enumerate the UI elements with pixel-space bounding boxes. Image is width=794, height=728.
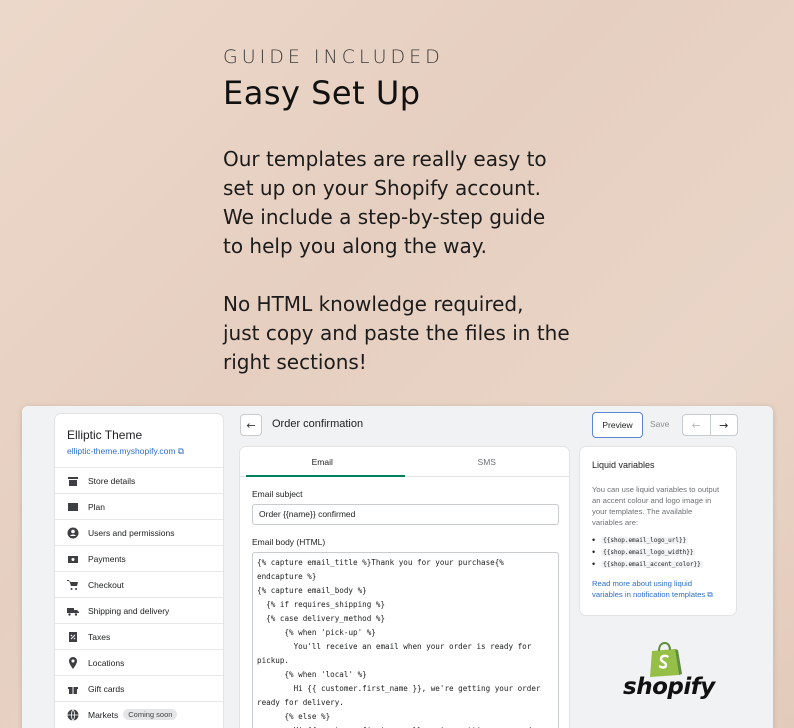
sidebar-item-label: Store details (88, 475, 136, 486)
liquid-variables-card: Liquid variables You can use liquid vari… (580, 447, 736, 615)
sidebar-item-label: Plan (88, 501, 106, 512)
email-subject-input[interactable]: Order {{name}} confirmed (252, 504, 559, 525)
payments-icon (67, 553, 79, 565)
tab-email[interactable]: Email (240, 447, 405, 477)
settings-sidebar: Elliptic Theme elliptic-theme.myshopify.… (55, 414, 223, 728)
list-item: {{shop.email_logo_width}} (592, 546, 724, 558)
sidebar-item-taxes[interactable]: Taxes (55, 623, 223, 649)
shopify-admin-window: Elliptic Theme elliptic-theme.myshopify.… (22, 406, 773, 728)
sidebar-item-users[interactable]: Users and permissions (55, 519, 223, 545)
store-url-text: elliptic-theme.myshopify.com (67, 446, 176, 456)
sidebar-item-gift-cards[interactable]: Gift cards (55, 675, 223, 701)
save-button[interactable]: Save (650, 419, 669, 429)
gift-icon (67, 683, 79, 695)
channel-tabs: Email SMS (240, 447, 569, 477)
user-icon (67, 527, 79, 539)
store-name: Elliptic Theme (67, 428, 143, 442)
back-button[interactable]: ← (240, 414, 262, 436)
coming-soon-badge: Coming soon (123, 709, 178, 720)
shopify-logo: shopify (621, 642, 731, 712)
page-title: Order confirmation (272, 418, 364, 430)
hero-line: Our templates are really easy to (223, 147, 547, 171)
sidebar-item-label: Checkout (88, 579, 124, 590)
hero-line: right sections! (223, 350, 367, 374)
cart-icon (67, 579, 79, 591)
list-item: {{shop.email_accent_color}} (592, 558, 724, 570)
sidebar-item-shipping[interactable]: Shipping and delivery (55, 597, 223, 623)
hero-line: We include a step-by-step guide (223, 205, 546, 229)
shopify-bag-icon (650, 642, 682, 677)
hero-line: set up on your Shopify account. (223, 176, 542, 200)
sidebar-item-label: Markets (88, 709, 119, 720)
hero-section: GUIDE INCLUDED Easy Set Up (223, 46, 783, 112)
arrow-left-icon: ← (246, 418, 256, 432)
sidebar-item-checkout[interactable]: Checkout (55, 571, 223, 597)
sidebar-item-payments[interactable]: Payments (55, 545, 223, 571)
arrow-right-icon: → (719, 418, 729, 432)
email-body-label: Email body (HTML) (252, 537, 326, 547)
sidebar-item-locations[interactable]: Locations (55, 649, 223, 675)
next-button[interactable]: → (709, 415, 738, 435)
sidebar-item-store-details[interactable]: Store details (55, 467, 223, 493)
template-editor-card: Email SMS Email subject Order {{name}} c… (240, 447, 569, 728)
liquid-docs-link-text: Read more about using liquid variables i… (592, 579, 706, 599)
truck-icon (67, 605, 79, 617)
tab-sms[interactable]: SMS (405, 447, 570, 476)
variable-code: {{shop.email_accent_color}} (601, 560, 703, 568)
globe-icon (67, 708, 79, 721)
sidebar-item-label: Locations (88, 657, 125, 668)
sidebar-item-label: Gift cards (88, 683, 125, 694)
pagination-buttons: ← → (682, 414, 738, 436)
hero-title: Easy Set Up (223, 74, 421, 112)
preview-button[interactable]: Preview (592, 412, 643, 438)
store-url-link[interactable]: elliptic-theme.myshopify.com ⧉ (55, 442, 223, 467)
external-link-icon: ⧉ (177, 446, 184, 456)
sidebar-item-label: Users and permissions (88, 527, 175, 538)
liquid-variable-list: {{shop.email_logo_url}} {{shop.email_log… (592, 534, 724, 570)
plan-icon (67, 501, 79, 513)
hero-line: just copy and paste the files in the (223, 321, 570, 345)
sidebar-item-label: Payments (88, 553, 126, 564)
liquid-variables-title: Liquid variables (592, 460, 655, 470)
shopify-wordmark: shopify (623, 674, 715, 700)
email-subject-label: Email subject (252, 489, 303, 499)
sidebar-item-plan[interactable]: Plan (55, 493, 223, 519)
hero-paragraph-1: Our templates are really easy to set up … (223, 145, 783, 261)
page-header: ← Order confirmation Preview Save ← → (240, 412, 765, 440)
sidebar-item-label: Shipping and delivery (88, 605, 170, 616)
arrow-left-icon: ← (691, 418, 701, 432)
liquid-variables-description: You can use liquid variables to output a… (592, 485, 720, 527)
sidebar-item-label: Taxes (88, 631, 111, 642)
variable-code: {{shop.email_logo_width}} (601, 548, 696, 556)
sidebar-item-markets[interactable]: Markets Coming soon (55, 701, 223, 727)
previous-button[interactable]: ← (683, 415, 710, 435)
variable-code: {{shop.email_logo_url}} (601, 536, 689, 544)
taxes-icon (67, 631, 79, 643)
hero-paragraph-2: No HTML knowledge required, just copy an… (223, 290, 783, 377)
store-icon (67, 475, 79, 487)
hero-line: to help you along the way. (223, 234, 488, 258)
location-icon (67, 656, 79, 669)
external-link-icon: ⧉ (707, 590, 713, 599)
hero-eyebrow: GUIDE INCLUDED (223, 46, 444, 68)
liquid-docs-link[interactable]: Read more about using liquid variables i… (592, 578, 724, 600)
list-item: {{shop.email_logo_url}} (592, 534, 724, 546)
email-body-code-editor[interactable]: {% capture email_title %}Thank you for y… (252, 552, 559, 728)
hero-line: No HTML knowledge required, (223, 292, 524, 316)
